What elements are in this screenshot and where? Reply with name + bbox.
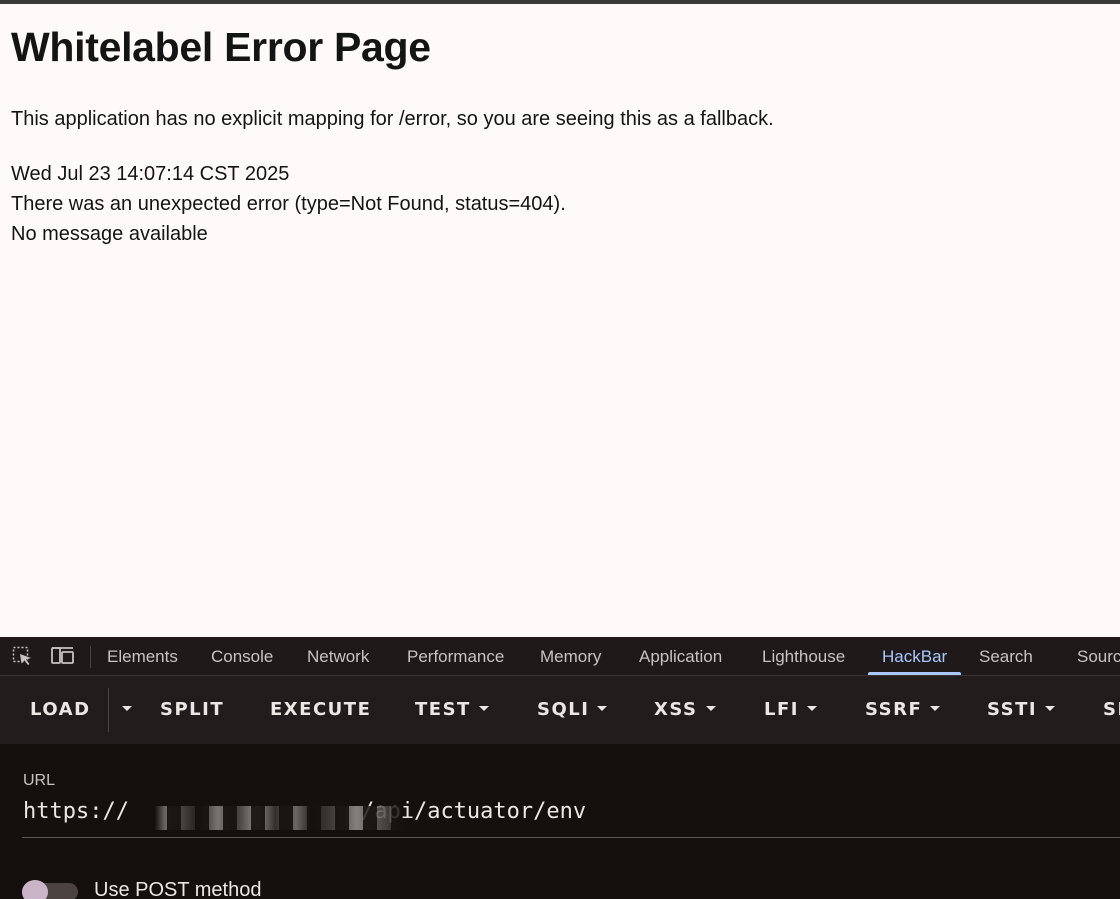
chevron-down-icon bbox=[1045, 705, 1056, 711]
tab-console[interactable]: Console bbox=[211, 637, 273, 675]
devtools-tab-bar: Elements Console Network Performance Mem… bbox=[0, 637, 1120, 676]
toolbar-separator bbox=[90, 646, 91, 668]
device-toolbar-icon[interactable] bbox=[51, 646, 74, 666]
test-menu-button[interactable]: TEST bbox=[415, 676, 489, 744]
chevron-down-icon bbox=[122, 705, 132, 711]
test-menu-label: TEST bbox=[415, 699, 471, 720]
url-prefix: https:// bbox=[23, 799, 129, 824]
tab-lighthouse[interactable]: Lighthouse bbox=[762, 637, 845, 675]
error-details: Wed Jul 23 14:07:14 CST 2025 There was a… bbox=[11, 159, 566, 249]
tab-elements[interactable]: Elements bbox=[107, 637, 178, 675]
inspect-element-icon[interactable] bbox=[12, 646, 34, 666]
use-post-toggle[interactable] bbox=[22, 880, 78, 899]
ssrf-menu-label: SSRF bbox=[865, 699, 923, 720]
overflow-menu-button[interactable]: SI bbox=[1103, 676, 1120, 744]
url-label: URL bbox=[23, 772, 56, 789]
ssrf-menu-button[interactable]: SSRF bbox=[865, 676, 941, 744]
load-button[interactable]: LOAD bbox=[30, 676, 91, 744]
lfi-menu-button[interactable]: LFI bbox=[764, 676, 817, 744]
load-divider bbox=[108, 688, 109, 732]
hackbar-toolbar: LOAD SPLIT EXECUTE TEST SQLI XSS LFI SSR… bbox=[0, 676, 1120, 744]
chevron-down-icon bbox=[705, 705, 716, 711]
error-page: Whitelabel Error Page This application h… bbox=[0, 4, 1120, 637]
chevron-down-icon bbox=[930, 705, 941, 711]
split-button[interactable]: SPLIT bbox=[160, 676, 224, 744]
tab-application[interactable]: Application bbox=[639, 637, 722, 675]
xss-menu-label: XSS bbox=[654, 699, 698, 720]
devtools-panel: Elements Console Network Performance Mem… bbox=[0, 637, 1120, 899]
ssti-menu-button[interactable]: SSTI bbox=[987, 676, 1056, 744]
ssti-menu-label: SSTI bbox=[987, 699, 1038, 720]
use-post-label: Use POST method bbox=[94, 879, 262, 899]
tab-network[interactable]: Network bbox=[307, 637, 369, 675]
redacted-host-blur bbox=[139, 806, 401, 830]
load-dropdown-button[interactable] bbox=[114, 676, 132, 744]
error-timestamp: Wed Jul 23 14:07:14 CST 2025 bbox=[11, 163, 290, 185]
sqli-menu-button[interactable]: SQLI bbox=[537, 676, 608, 744]
tab-performance[interactable]: Performance bbox=[407, 637, 504, 675]
error-message: No message available bbox=[11, 223, 208, 245]
chevron-down-icon bbox=[597, 705, 608, 711]
url-input[interactable]: https:///api/actuator/env bbox=[22, 797, 1120, 838]
sqli-menu-label: SQLI bbox=[537, 699, 590, 720]
chevron-down-icon bbox=[806, 705, 817, 711]
toggle-thumb bbox=[22, 880, 48, 899]
lfi-menu-label: LFI bbox=[764, 699, 799, 720]
xss-menu-button[interactable]: XSS bbox=[654, 676, 716, 744]
error-description: This application has no explicit mapping… bbox=[11, 108, 774, 130]
tab-sources[interactable]: Sourc bbox=[1077, 637, 1120, 675]
tab-memory[interactable]: Memory bbox=[540, 637, 601, 675]
execute-button[interactable]: EXECUTE bbox=[270, 676, 371, 744]
tab-search[interactable]: Search bbox=[979, 637, 1033, 675]
error-status-line: There was an unexpected error (type=Not … bbox=[11, 193, 566, 215]
chevron-down-icon bbox=[478, 705, 489, 711]
page-title: Whitelabel Error Page bbox=[11, 24, 431, 70]
tab-hackbar[interactable]: HackBar bbox=[867, 637, 962, 675]
